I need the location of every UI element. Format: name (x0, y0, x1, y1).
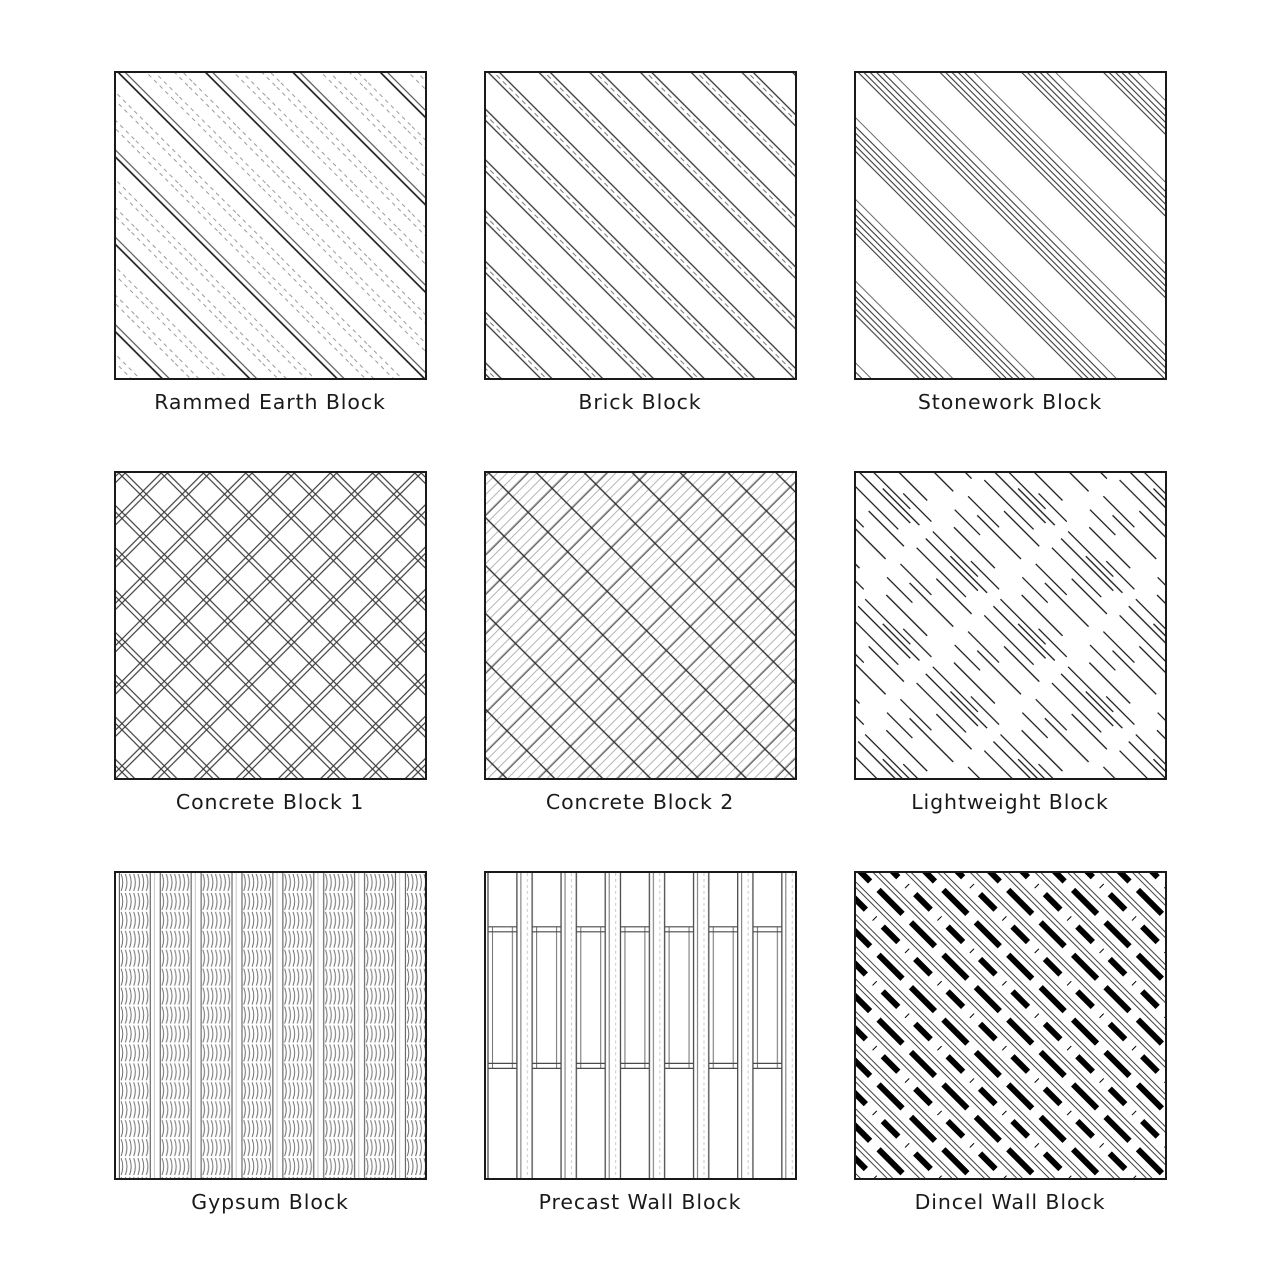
hatch-tile-concrete-block-1[interactable]: Concrete Block 1 (85, 471, 455, 871)
pattern-concrete-block-2 (485, 473, 795, 778)
pattern-dincel-wall-block (855, 873, 1165, 1178)
hatch-tile-grid: Rammed Earth Block Brick Block Stonework… (0, 0, 1280, 1280)
pattern-brick-block (485, 73, 795, 378)
hatch-label-precast-wall-block: Precast Wall Block (538, 1190, 742, 1214)
hatch-tile-stonework-block[interactable]: Stonework Block (825, 71, 1195, 471)
hatch-swatch-gypsum-block (113, 871, 427, 1180)
hatch-tile-dincel-wall-block[interactable]: Dincel Wall Block (825, 871, 1195, 1271)
hatch-tile-brick-block[interactable]: Brick Block (455, 71, 825, 471)
hatch-swatch-stonework-block (853, 71, 1167, 380)
pattern-concrete-block-1 (115, 473, 425, 778)
hatch-swatch-concrete-block-1 (113, 471, 427, 780)
hatch-label-stonework-block: Stonework Block (917, 390, 1103, 414)
hatch-label-lightweight-block: Lightweight Block (911, 790, 1109, 814)
pattern-lightweight-block (855, 473, 1165, 778)
hatch-label-concrete-block-1: Concrete Block 1 (175, 790, 365, 814)
hatch-label-brick-block: Brick Block (578, 390, 702, 414)
hatch-tile-rammed-earth-block[interactable]: Rammed Earth Block (85, 71, 455, 471)
hatch-tile-concrete-block-2[interactable]: Concrete Block 2 (455, 471, 825, 871)
hatch-tile-precast-wall-block[interactable]: Precast Wall Block (455, 871, 825, 1271)
hatch-swatch-lightweight-block (853, 471, 1167, 780)
pattern-rammed-earth-block (115, 73, 425, 378)
hatch-tile-lightweight-block[interactable]: Lightweight Block (825, 471, 1195, 871)
hatch-legend-sheet: Rammed Earth Block Brick Block Stonework… (0, 0, 1280, 1280)
hatch-swatch-rammed-earth-block (113, 71, 427, 380)
pattern-gypsum-block (115, 873, 425, 1178)
pattern-stonework-block (855, 73, 1165, 378)
hatch-tile-gypsum-block[interactable]: Gypsum Block (85, 871, 455, 1271)
pattern-precast-wall-block (485, 873, 795, 1178)
hatch-label-dincel-wall-block: Dincel Wall Block (914, 1190, 1106, 1214)
hatch-swatch-concrete-block-2 (483, 471, 797, 780)
hatch-swatch-dincel-wall-block (853, 871, 1167, 1180)
hatch-label-rammed-earth-block: Rammed Earth Block (154, 390, 386, 414)
hatch-swatch-brick-block (483, 71, 797, 380)
hatch-label-concrete-block-2: Concrete Block 2 (545, 790, 735, 814)
hatch-swatch-precast-wall-block (483, 871, 797, 1180)
hatch-label-gypsum-block: Gypsum Block (191, 1190, 349, 1214)
